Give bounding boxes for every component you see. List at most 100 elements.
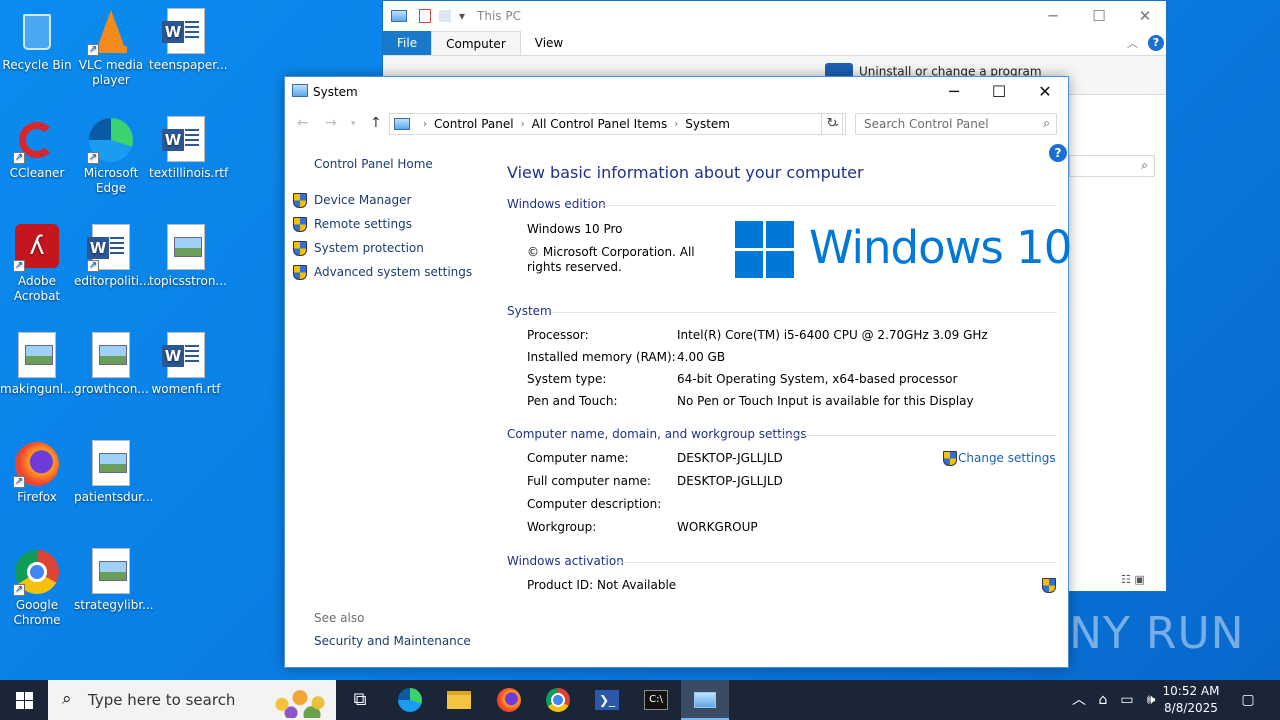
vlc-shortcut[interactable]: ↗ VLC media player [74, 8, 148, 88]
cmd-taskbar-icon[interactable]: C:\ [632, 680, 680, 720]
system-titlebar: System ─ ☐ ✕ [285, 77, 1068, 107]
firefox-shortcut[interactable]: ↗ Firefox [0, 440, 74, 505]
left-nav: Control Panel Home Device Manager Remote… [285, 141, 495, 661]
window-title: System [313, 85, 358, 99]
vlc-icon: ↗ [87, 8, 135, 56]
topicsstron-file[interactable]: topicsstron... [149, 224, 227, 289]
image-file-icon [87, 332, 135, 380]
search-icon: ⌕ [1141, 158, 1148, 172]
system-taskbar-icon[interactable] [681, 680, 729, 720]
taskbar-search-box[interactable]: ⌕ Type here to search [48, 680, 336, 720]
processor-label: Processor: [527, 328, 589, 342]
firefox-taskbar-icon[interactable] [485, 680, 533, 720]
explorer-titlebar: ▾ This PC ─ ☐ ✕ [383, 1, 1166, 31]
qat-dropdown-icon[interactable]: ▾ [459, 9, 465, 23]
system-icon [292, 84, 308, 97]
tab-file[interactable]: File [383, 31, 432, 55]
close-button[interactable]: ✕ [1122, 1, 1168, 31]
image-file-icon [13, 332, 61, 380]
full-computer-name-value: DESKTOP-JGLLJLD [677, 474, 783, 488]
shield-icon [1041, 577, 1056, 593]
shield-icon [292, 264, 307, 280]
up-button[interactable]: ↑ [370, 115, 382, 131]
womenfi-file[interactable]: womenfi.rtf [149, 332, 223, 397]
advanced-settings-link[interactable]: Advanced system settings [314, 265, 472, 279]
start-button[interactable] [0, 680, 48, 720]
minimize-button[interactable]: ─ [1030, 1, 1076, 31]
help-button[interactable]: ? [1049, 144, 1067, 162]
clock[interactable]: 10:52 AM 8/8/2025 [1160, 683, 1222, 717]
volume-icon[interactable]: 🕪 [1140, 680, 1162, 720]
tab-computer[interactable]: Computer [431, 31, 521, 55]
search-input[interactable]: Search Control Panel ⌕ [855, 113, 1057, 135]
forward-button[interactable]: → [325, 115, 337, 131]
breadcrumb-control-panel[interactable]: Control Panel [434, 117, 514, 131]
maximize-button[interactable]: ☐ [1076, 1, 1122, 31]
textillinois-file[interactable]: textillinois.rtf [149, 116, 228, 181]
recent-locations-button[interactable]: ▾ [351, 119, 356, 129]
breadcrumb-all-items[interactable]: All Control Panel Items [532, 117, 668, 131]
maximize-button[interactable]: ☐ [976, 77, 1022, 107]
edition-name: Windows 10 Pro [527, 222, 623, 236]
full-computer-name-label: Full computer name: [527, 474, 652, 488]
section-system: System [507, 304, 552, 318]
breadcrumb-system[interactable]: System [685, 117, 730, 131]
growthcon-file[interactable]: growthcon... [74, 332, 149, 397]
large-icons-view-icon[interactable]: ▣ [1134, 573, 1144, 586]
system-type-value: 64-bit Operating System, x64-based proce… [677, 372, 958, 386]
notifications-icon[interactable]: ▢ [1232, 680, 1264, 720]
change-settings-link[interactable]: Change settings [958, 451, 1056, 465]
remote-settings-link[interactable]: Remote settings [314, 217, 412, 231]
device-manager-link[interactable]: Device Manager [314, 193, 411, 207]
chrome-taskbar-icon[interactable] [534, 680, 582, 720]
wifi-icon[interactable]: ▭ [1116, 680, 1138, 720]
search-icon: ⌕ [62, 689, 72, 709]
tab-view[interactable]: View [521, 31, 577, 55]
editorpoliti-file[interactable]: ↗ editorpoliti... [74, 224, 150, 289]
refresh-button[interactable]: ↻ [821, 113, 843, 135]
help-icon[interactable]: ? [1148, 35, 1164, 51]
firefox-icon: ↗ [13, 440, 61, 488]
pen-touch-label: Pen and Touch: [527, 394, 618, 408]
properties-icon[interactable] [419, 9, 431, 23]
show-hidden-icons-button[interactable]: ︿ [1068, 680, 1090, 720]
security-maintenance-link[interactable]: Security and Maintenance [314, 634, 471, 648]
details-view-icon[interactable]: ☷ [1121, 573, 1131, 586]
edge-taskbar-icon[interactable] [386, 680, 434, 720]
computer-name-label: Computer name: [527, 451, 629, 465]
address-bar[interactable]: › Control Panel › All Control Panel Item… [389, 113, 846, 135]
edge-icon: ↗ [87, 116, 135, 164]
ram-label: Installed memory (RAM): [527, 350, 676, 364]
file-explorer-taskbar-icon[interactable] [435, 680, 483, 720]
patientsdur-file[interactable]: patientsdur... [74, 440, 153, 505]
new-folder-icon[interactable] [439, 10, 451, 22]
system-protection-link[interactable]: System protection [314, 241, 424, 255]
close-button[interactable]: ✕ [1022, 77, 1068, 107]
word-doc-icon [162, 8, 210, 56]
control-panel-home-link[interactable]: Control Panel Home [314, 157, 433, 171]
image-file-icon [87, 548, 135, 596]
pen-touch-value: No Pen or Touch Input is available for t… [677, 394, 974, 408]
view-toggle[interactable]: ☷ ▣ [1121, 573, 1145, 586]
edge-shortcut[interactable]: ↗ Microsoft Edge [74, 116, 148, 196]
shield-icon [292, 192, 307, 208]
back-button[interactable]: ← [297, 115, 309, 131]
system-window[interactable]: System ─ ☐ ✕ ← → ▾ ↑ › Control Panel › A… [284, 76, 1072, 668]
teenspaper-file[interactable]: teenspaper... [149, 8, 228, 73]
recycle-bin-shortcut[interactable]: Recycle Bin [0, 8, 74, 73]
windows-10-wordmark: Windows 10 [809, 221, 1072, 274]
explorer-title: This PC [477, 9, 521, 23]
word-doc-icon [162, 332, 210, 380]
section-activation: Windows activation [507, 554, 624, 568]
strategylibr-file[interactable]: strategylibr... [74, 548, 154, 613]
explorer-search-input[interactable]: ⌕ [1069, 155, 1155, 177]
chrome-shortcut[interactable]: ↗ Google Chrome [0, 548, 74, 628]
powershell-taskbar-icon[interactable]: ❯_ [583, 680, 631, 720]
task-view-icon[interactable]: ⧉ [336, 680, 384, 720]
network-icon[interactable]: ⌂ [1092, 680, 1114, 720]
minimize-button[interactable]: ─ [931, 77, 977, 107]
ccleaner-shortcut[interactable]: ↗ CCleaner [0, 116, 74, 181]
ribbon-collapse-icon[interactable]: ︿ [1127, 35, 1138, 51]
acrobat-shortcut[interactable]: ʎ ↗ Adobe Acrobat [0, 224, 74, 304]
makingunl-file[interactable]: makingunl... [0, 332, 75, 397]
